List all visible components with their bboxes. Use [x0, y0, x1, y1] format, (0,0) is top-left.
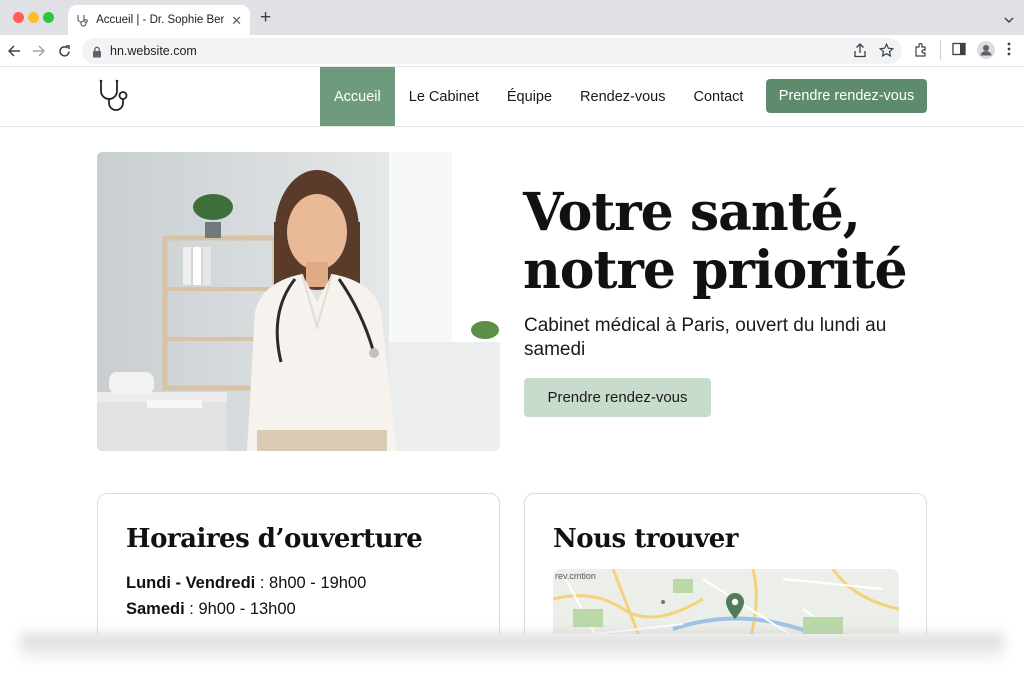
browser-tab[interactable]: Accueil | - Dr. Sophie Bernard ✕ — [68, 5, 250, 35]
nav-rendez-vous[interactable]: Rendez-vous — [566, 67, 679, 126]
main-nav: Accueil Le Cabinet Équipe Rendez-vous Co… — [320, 67, 757, 126]
hours-row: Lundi - Vendredi : 8h00 - 19h00 — [126, 574, 366, 593]
back-icon[interactable] — [6, 43, 22, 59]
toolbar-divider — [940, 40, 941, 60]
hours-time: : 9h00 - 13h00 — [184, 600, 296, 618]
opening-hours-title: Horaires d’ouverture — [126, 524, 423, 554]
nav-accueil[interactable]: Accueil — [320, 67, 395, 126]
browser-chrome: Accueil | - Dr. Sophie Bernard ✕ + hn.we… — [0, 0, 1024, 67]
stethoscope-favicon-icon — [76, 13, 89, 27]
tab-strip: Accueil | - Dr. Sophie Bernard ✕ + — [0, 0, 1024, 35]
map-label: rev.cmtion — [555, 571, 596, 581]
profile-icon[interactable] — [976, 40, 996, 60]
hero-title-line1: Votre santé, — [523, 182, 861, 243]
reload-icon[interactable] — [56, 43, 72, 59]
forward-icon[interactable] — [30, 43, 46, 59]
sidepanel-icon[interactable] — [952, 42, 966, 56]
hero-title-line2: notre priorité — [523, 240, 908, 301]
star-icon[interactable] — [878, 42, 895, 63]
find-us-card: Nous trouver rev.cmtion — [524, 493, 927, 659]
menu-icon[interactable] — [1007, 42, 1011, 56]
nav-contact[interactable]: Contact — [679, 67, 757, 126]
tab-search-icon[interactable] — [1004, 11, 1014, 29]
maximize-window-button[interactable] — [43, 12, 54, 23]
find-us-title: Nous trouver — [553, 524, 739, 554]
extensions-icon[interactable] — [914, 42, 929, 57]
hours-row: Samedi : 9h00 - 13h00 — [126, 600, 296, 619]
hero-title: Votre santé, notre priorité — [523, 184, 943, 300]
nav-le-cabinet[interactable]: Le Cabinet — [395, 67, 493, 126]
address-bar[interactable]: hn.website.com — [82, 38, 902, 64]
tab-title: Accueil | - Dr. Sophie Bernard — [96, 14, 225, 26]
hero-appointment-button[interactable]: Prendre rendez-vous — [524, 378, 711, 417]
hours-days: Lundi - Vendredi — [126, 574, 256, 592]
close-window-button[interactable] — [13, 12, 24, 23]
hours-time: : 8h00 - 19h00 — [255, 574, 367, 592]
shadow-band — [20, 634, 1004, 664]
lock-icon[interactable] — [92, 45, 102, 58]
opening-hours-card: Horaires d’ouverture Lundi - Vendredi : … — [97, 493, 500, 653]
nav-equipe[interactable]: Équipe — [493, 67, 566, 126]
hours-days: Samedi — [126, 600, 185, 618]
site-header: Accueil Le Cabinet Équipe Rendez-vous Co… — [0, 67, 1024, 127]
hero-subtitle: Cabinet médical à Paris, ouvert du lundi… — [524, 315, 887, 360]
minimize-window-button[interactable] — [28, 12, 39, 23]
stethoscope-logo-icon[interactable] — [96, 79, 130, 115]
mockup-shadow — [0, 634, 1024, 687]
browser-toolbar: hn.website.com — [0, 35, 1024, 67]
header-appointment-button[interactable]: Prendre rendez-vous — [766, 79, 927, 113]
doctor-photo — [97, 152, 500, 451]
close-tab-icon[interactable]: ✕ — [231, 14, 242, 27]
url-text: hn.website.com — [110, 44, 197, 58]
new-tab-button[interactable]: + — [260, 8, 271, 27]
omnibox-actions — [853, 42, 895, 63]
share-icon[interactable] — [853, 43, 867, 63]
